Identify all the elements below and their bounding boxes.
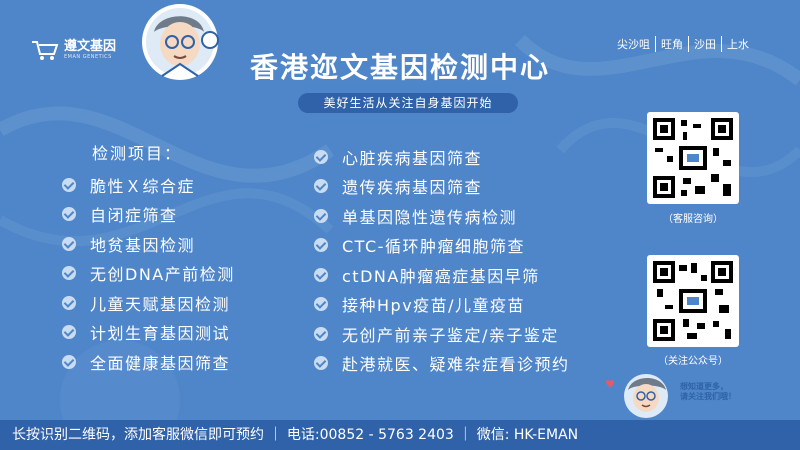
list-item-label: 无创产前亲子鉴定/亲子鉴定 — [342, 325, 559, 345]
list-item-label: 计划生育基因测试 — [90, 324, 231, 344]
qr-label: （关注公众号） — [658, 356, 728, 367]
check-circle-icon — [314, 267, 328, 282]
list-item-label: 赴港就医、疑难杂症看诊预约 — [342, 355, 570, 375]
bubble-line: 请关注我们哦！ — [680, 392, 736, 401]
check-circle-icon — [62, 177, 76, 192]
check-circle-icon — [62, 266, 76, 281]
check-circle-icon — [62, 236, 76, 251]
check-circle-icon — [62, 354, 76, 369]
check-circle-icon — [62, 325, 76, 340]
list-header: 检测项目： — [92, 144, 183, 163]
heart-icon: ♥ — [605, 378, 615, 391]
check-circle-icon — [314, 179, 328, 194]
list-item: 接种Hpv疫苗/儿童疫苗 — [314, 290, 570, 320]
list-item-label: CTC-循环肿瘤细胞筛查 — [342, 237, 525, 257]
list-item-label: 自闭症筛查 — [90, 206, 178, 226]
list-item-label: 全面健康基因筛查 — [90, 353, 231, 373]
area-item: 沙田 — [688, 36, 721, 52]
check-circle-icon — [314, 297, 328, 312]
list-item-label: 无创DNA产前检测 — [90, 265, 235, 285]
list-item-label: 单基因隐性遗传病检测 — [342, 207, 518, 227]
list-item: CTC-循环肿瘤细胞筛查 — [314, 231, 570, 261]
service-areas: 尖沙咀 旺角 沙田 上水 — [612, 36, 754, 52]
list-item: 脆性Ｘ综合症 — [62, 170, 235, 200]
official-account-qr-code[interactable] — [647, 255, 739, 347]
list-item: ctDNA肿瘤癌症基因早筛 — [314, 260, 570, 290]
check-circle-icon — [314, 238, 328, 253]
list-item-label: 心脏疾病基因筛查 — [342, 148, 483, 168]
list-item: 心脏疾病基因筛查 — [314, 142, 570, 172]
list-item: 自闭症筛查 — [62, 200, 235, 230]
check-circle-icon — [62, 295, 76, 310]
customer-service-qr-code[interactable] — [647, 112, 739, 204]
right-service-list: 心脏疾病基因筛查 遗传疾病基因筛查 单基因隐性遗传病检测 CTC-循环肿瘤细胞筛… — [314, 142, 570, 378]
page-title: 香港迩文基因检测中心 — [249, 51, 550, 84]
list-item-label: 地贫基因检测 — [90, 235, 196, 255]
list-item: 地贫基因检测 — [62, 229, 235, 259]
list-item-label: 儿童天赋基因检测 — [90, 294, 231, 314]
check-circle-icon — [314, 149, 328, 164]
banner: 遵文基因 EMAN GENETICS 香港迩文基因检测中心 美好生活从关注自身基… — [0, 0, 800, 450]
list-item: 全面健康基因筛查 — [62, 347, 235, 377]
area-item: 尖沙咀 — [617, 38, 650, 51]
list-item: 儿童天赋基因检测 — [62, 288, 235, 318]
left-service-list: 检测项目： 脆性Ｘ综合症 自闭症筛查 地贫基因检测 无创DNA产前检测 儿童天赋… — [62, 142, 235, 377]
list-item: 单基因隐性遗传病检测 — [314, 201, 570, 231]
contact-footer: 长按识别二维码，添加客服微信即可预约 ｜ 电话:00852 - 5763 240… — [0, 420, 800, 450]
qr-label: （客服咨询） — [663, 214, 723, 225]
list-item-label: 脆性Ｘ综合症 — [90, 176, 196, 196]
check-circle-icon — [314, 326, 328, 341]
area-item: 上水 — [721, 36, 754, 52]
qr-code-icon — [653, 118, 733, 198]
list-item: 无创产前亲子鉴定/亲子鉴定 — [314, 319, 570, 349]
check-circle-icon — [314, 208, 328, 223]
area-item: 旺角 — [655, 36, 688, 52]
list-item-label: 遗传疾病基因筛查 — [342, 178, 483, 198]
list-item-label: 接种Hpv疫苗/儿童疫苗 — [342, 296, 526, 316]
bubble-line: 想知道更多， — [680, 382, 728, 391]
subtitle-pill: 美好生活从关注自身基因开始 — [298, 93, 518, 113]
list-item: 赴港就医、疑难杂症看诊预约 — [314, 349, 570, 379]
check-circle-icon — [314, 356, 328, 371]
check-circle-icon — [62, 207, 76, 222]
doctor-mascot-icon — [624, 374, 668, 418]
speech-bubble: 想知道更多， 请关注我们哦！ — [680, 382, 736, 402]
list-item: 遗传疾病基因筛查 — [314, 172, 570, 202]
list-item: 计划生育基因测试 — [62, 318, 235, 348]
list-item: 无创DNA产前检测 — [62, 259, 235, 289]
list-item-label: ctDNA肿瘤癌症基因早筛 — [342, 266, 540, 286]
qr-code-icon — [653, 261, 733, 341]
